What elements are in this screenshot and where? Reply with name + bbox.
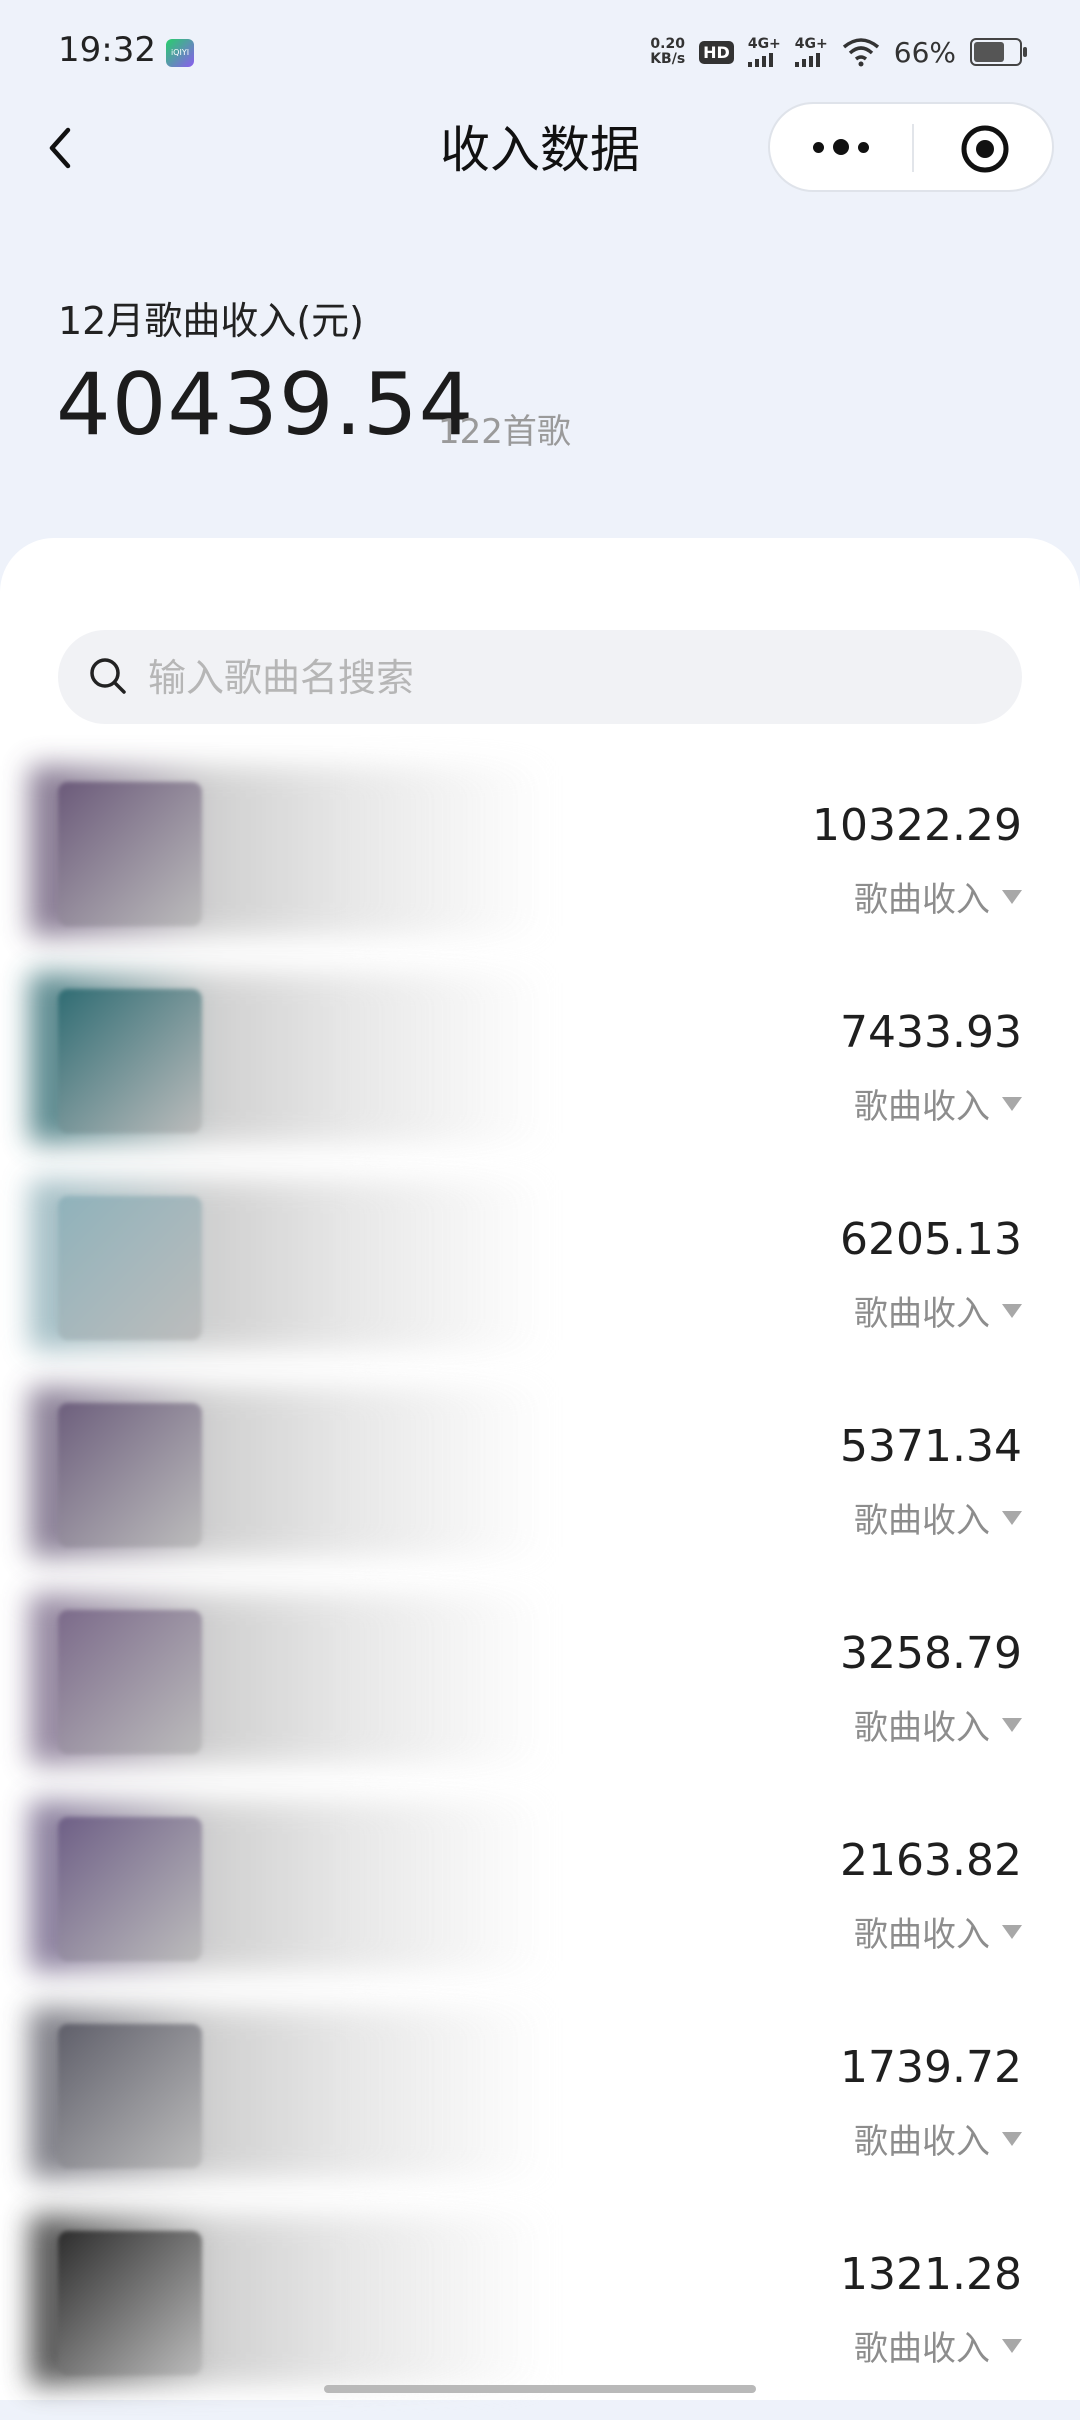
wifi-icon (842, 38, 879, 67)
home-indicator[interactable] (324, 2385, 756, 2393)
status-bar: 19:32 iQIYI 0.20 KB/s HD 4G+ 4G+ 66% (0, 0, 1080, 100)
signal-1-label: 4G+ (747, 36, 781, 52)
song-list-card: 10322.29歌曲收入7433.93歌曲收入6205.13歌曲收入5371.3… (0, 538, 1080, 2400)
income-type-dropdown[interactable]: 歌曲收入 (854, 2321, 1022, 2370)
caret-down-icon (1002, 2131, 1022, 2146)
income-type-dropdown[interactable]: 歌曲收入 (854, 1493, 1022, 1542)
battery-icon (970, 38, 1027, 66)
song-cover-image (58, 2024, 202, 2168)
song-cover-image (58, 989, 202, 1133)
song-cover-image (58, 1610, 202, 1754)
song-cover-image (58, 2231, 202, 2375)
income-type-label: 歌曲收入 (854, 1708, 990, 1748)
network-speed-value: 0.20 (650, 36, 685, 52)
status-indicators: 0.20 KB/s HD 4G+ 4G+ 66% (650, 30, 1027, 74)
network-speed-unit: KB/s (650, 51, 686, 67)
caret-down-icon (1002, 889, 1022, 904)
caret-down-icon (1002, 1303, 1022, 1318)
search-input[interactable] (146, 630, 990, 726)
signal-icon-2: 4G+ (794, 36, 828, 67)
song-count: 122首歌 (438, 412, 571, 452)
song-cover-image (58, 1817, 202, 1961)
income-type-dropdown[interactable]: 歌曲收入 (854, 1079, 1022, 1128)
income-type-dropdown[interactable]: 歌曲收入 (854, 1700, 1022, 1749)
signal-icon-1: 4G+ (747, 36, 781, 67)
song-cover-image (58, 1403, 202, 1547)
income-type-label: 歌曲收入 (854, 880, 990, 920)
song-row[interactable]: 6205.13 歌曲收入 (0, 1178, 1080, 1385)
song-row[interactable]: 7433.93 歌曲收入 (0, 971, 1080, 1178)
song-income-amount: 5371.34 (840, 1421, 1022, 1472)
close-miniprogram-icon[interactable] (960, 124, 1010, 174)
income-type-label: 歌曲收入 (854, 1501, 990, 1541)
caret-down-icon (1002, 2338, 1022, 2353)
iqiyi-app-icon: iQIYI (166, 39, 194, 67)
monthly-income-label: 12月歌曲收入(元) (58, 299, 365, 343)
song-row[interactable]: 10322.29 歌曲收入 (0, 764, 1080, 971)
song-income-amount: 7433.93 (840, 1007, 1022, 1058)
signal-2-label: 4G+ (794, 36, 828, 52)
song-income-amount: 6205.13 (840, 1214, 1022, 1265)
income-type-dropdown[interactable]: 歌曲收入 (854, 1907, 1022, 1956)
song-income-amount: 1321.28 (840, 2249, 1022, 2300)
song-row[interactable]: 2163.82 歌曲收入 (0, 1799, 1080, 2006)
income-type-label: 歌曲收入 (854, 2122, 990, 2162)
battery-percent: 66% (893, 35, 956, 69)
status-time: 19:32 (58, 30, 156, 70)
song-row[interactable]: 5371.34 歌曲收入 (0, 1385, 1080, 1592)
song-list: 10322.29 歌曲收入 7433.93 歌曲收入 6205.13 歌曲收入 5371.3… (0, 764, 1080, 2420)
search-bar[interactable] (58, 630, 1022, 726)
song-income-amount: 10322.29 (812, 800, 1022, 851)
more-options-button[interactable] (770, 104, 912, 190)
income-type-label: 歌曲收入 (854, 2329, 990, 2369)
song-income-amount: 3258.79 (840, 1628, 1022, 1679)
capsule-divider (912, 124, 914, 172)
monthly-income-total: 40439.54 (56, 355, 475, 455)
song-income-amount: 2163.82 (840, 1835, 1022, 1886)
income-type-label: 歌曲收入 (854, 1294, 990, 1334)
mini-program-capsule (768, 102, 1054, 192)
song-cover-image (58, 782, 202, 926)
caret-down-icon (1002, 1924, 1022, 1939)
song-row[interactable]: 3258.79 歌曲收入 (0, 1592, 1080, 1799)
income-type-dropdown[interactable]: 歌曲收入 (854, 2114, 1022, 2163)
caret-down-icon (1002, 1096, 1022, 1111)
song-income-amount: 1739.72 (840, 2042, 1022, 2093)
song-cover-image (58, 1196, 202, 1340)
search-icon (90, 658, 126, 694)
network-speed: 0.20 KB/s (650, 37, 685, 67)
income-type-label: 歌曲收入 (854, 1087, 990, 1127)
caret-down-icon (1002, 1717, 1022, 1732)
income-type-label: 歌曲收入 (854, 1915, 990, 1955)
income-type-dropdown[interactable]: 歌曲收入 (854, 1286, 1022, 1335)
hd-voice-icon: HD (699, 40, 734, 64)
song-row[interactable]: 1739.72 歌曲收入 (0, 2006, 1080, 2213)
caret-down-icon (1002, 1510, 1022, 1525)
income-type-dropdown[interactable]: 歌曲收入 (854, 872, 1022, 921)
